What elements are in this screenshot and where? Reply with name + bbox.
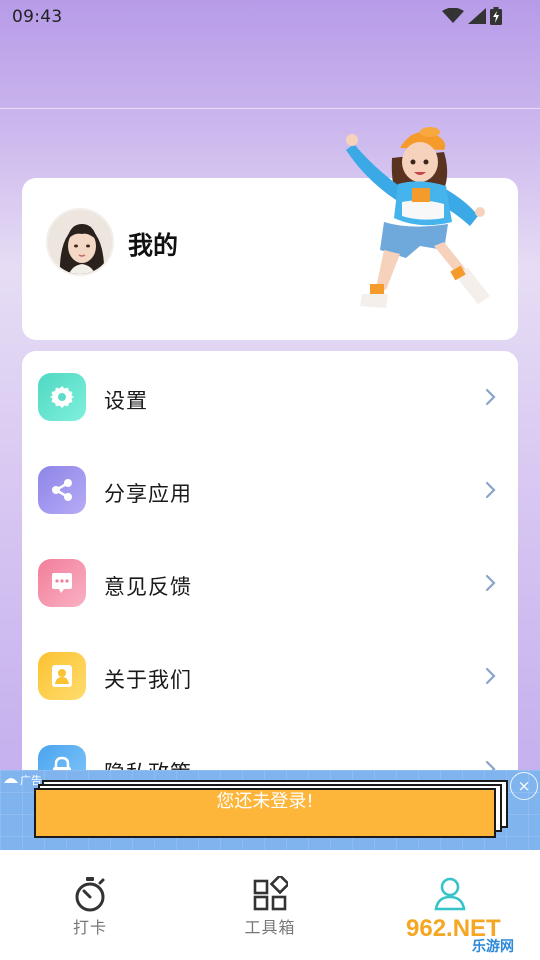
menu-item-share-app[interactable]: 分享应用 xyxy=(22,444,518,537)
tab-label: 打卡 xyxy=(72,918,107,937)
signal-icon xyxy=(468,8,486,24)
toolbox-icon xyxy=(253,876,288,911)
battery-icon xyxy=(490,7,502,25)
profile-name: 我的 xyxy=(128,231,179,260)
stopwatch-icon xyxy=(75,877,105,912)
chevron-right-icon xyxy=(485,574,496,592)
chevron-right-icon xyxy=(485,667,496,685)
menu-item-feedback[interactable]: 意见反馈 xyxy=(22,537,518,630)
login-prompt-button[interactable]: 您还未登录! xyxy=(34,788,496,838)
wifi-icon xyxy=(442,8,464,23)
menu-item-settings[interactable]: 设置 xyxy=(22,351,518,444)
status-icons xyxy=(442,7,502,25)
gear-icon xyxy=(38,373,86,421)
feedback-icon xyxy=(38,559,86,607)
decorative-girl-illustration xyxy=(346,127,490,308)
chevron-right-icon xyxy=(485,388,496,406)
menu-item-label: 设置 xyxy=(104,389,148,413)
ad-tag: 广告 xyxy=(4,772,42,788)
tab-toolbox[interactable]: 工具箱 xyxy=(180,850,360,960)
avatar[interactable] xyxy=(46,208,114,276)
menu-item-label: 分享应用 xyxy=(104,482,192,506)
menu-item-about-us[interactable]: 关于我们 xyxy=(22,630,518,723)
chevron-right-icon xyxy=(485,481,496,499)
watermark-site: 乐游网 xyxy=(472,938,514,955)
watermark-brand: 962.NET xyxy=(406,915,501,942)
tab-label: 工具箱 xyxy=(244,918,296,937)
ad-logo-icon xyxy=(4,778,18,783)
ad-close-button[interactable]: × xyxy=(510,772,538,800)
tab-check-in[interactable]: 打卡 xyxy=(0,850,180,960)
menu-item-label: 关于我们 xyxy=(104,668,192,692)
user-icon xyxy=(38,652,86,700)
header-divider xyxy=(0,108,540,109)
status-time: 09:43 xyxy=(12,7,63,27)
share-icon xyxy=(38,466,86,514)
profile-icon xyxy=(434,877,466,911)
menu-card: 设置 分享应用 意见反馈 关于我们 xyxy=(22,351,518,791)
menu-item-label: 意见反馈 xyxy=(104,575,192,599)
status-bar: 09:43 xyxy=(0,0,540,34)
site-watermark-logo: 962.NET 乐游网 xyxy=(402,912,534,955)
